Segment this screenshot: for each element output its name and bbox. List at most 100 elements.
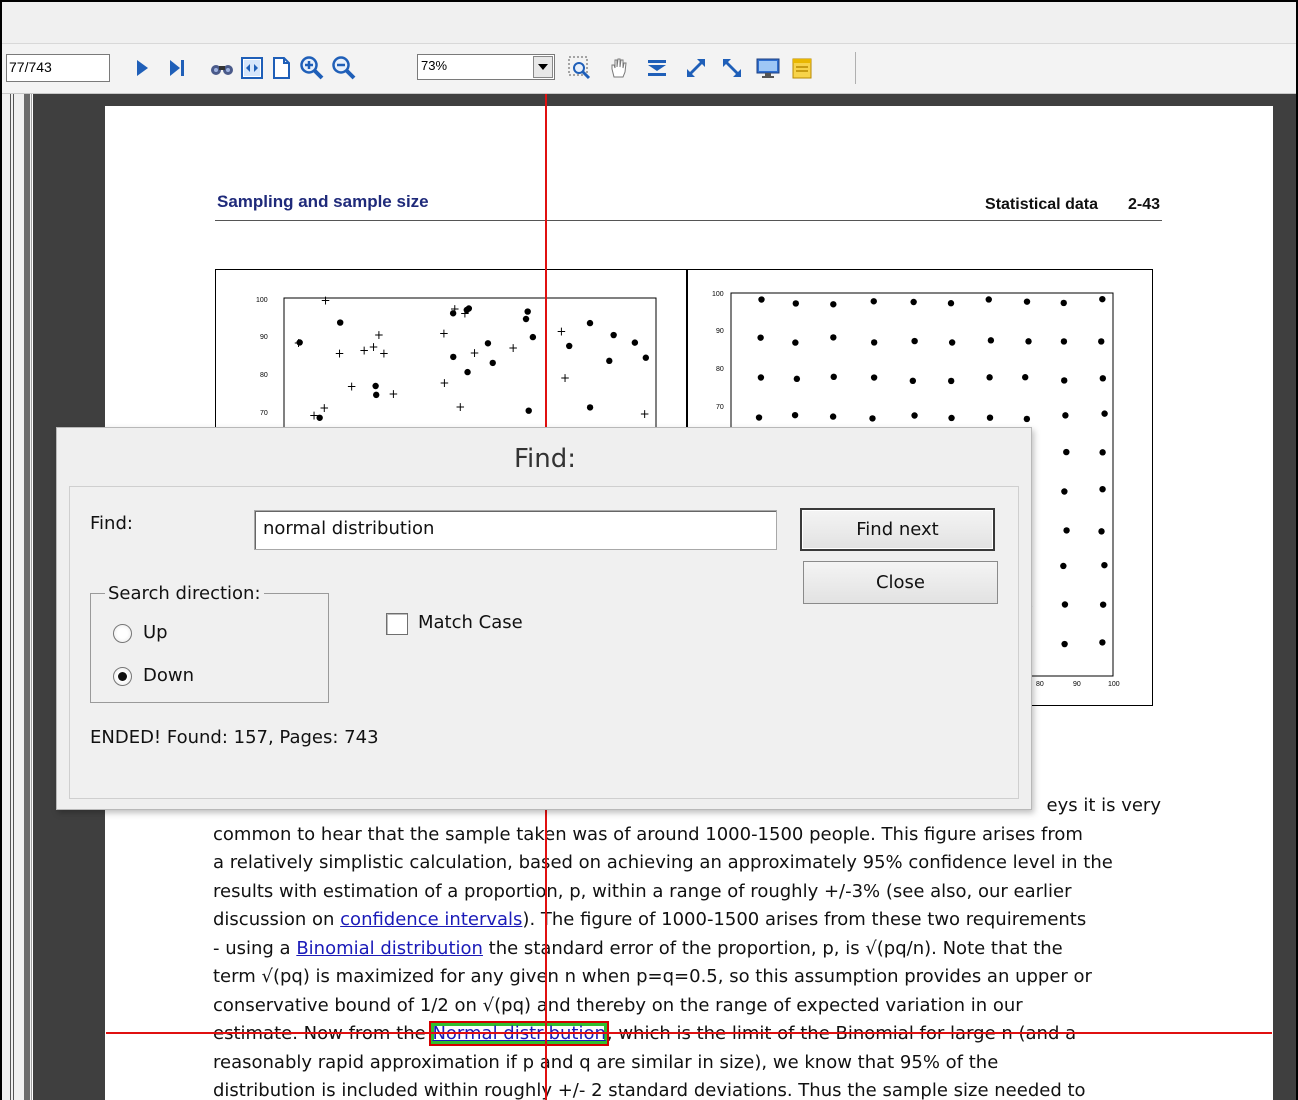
scatter-point <box>586 404 594 411</box>
scatter-point <box>755 414 763 421</box>
scatter-point <box>1060 338 1068 345</box>
x-tick-label: 100 <box>1108 681 1120 688</box>
match-case-checkbox[interactable] <box>386 613 408 635</box>
fit-page-icon[interactable] <box>267 54 295 82</box>
scatter-plus-point: + <box>556 324 566 338</box>
fullscreen-icon[interactable] <box>754 54 782 82</box>
scatter-point <box>1099 639 1106 646</box>
text-line: reasonably rapid approximation if p and … <box>213 1051 999 1073</box>
scatter-point <box>1099 375 1107 382</box>
zoom-select[interactable]: 73% <box>417 54 555 80</box>
scatter-point <box>522 315 530 323</box>
header-rule <box>215 220 1162 221</box>
scatter-point <box>1063 527 1070 534</box>
scatter-point <box>948 339 956 346</box>
scatter-point <box>463 306 470 314</box>
scatter-point <box>870 339 878 346</box>
scatter-point <box>1062 412 1069 419</box>
rotate-down-icon[interactable] <box>643 54 671 82</box>
scatter-plus-point: + <box>294 336 304 350</box>
text-line: results with estimation of a proportion,… <box>213 880 1072 902</box>
scatter-plus-point: + <box>508 341 518 355</box>
close-button[interactable]: Close <box>803 561 998 604</box>
scatter-point <box>1022 374 1029 381</box>
scatter-point <box>489 359 496 367</box>
next-page-icon[interactable] <box>128 54 156 82</box>
scatter-point <box>829 413 837 420</box>
fit-width-icon[interactable] <box>238 54 266 82</box>
dialog-title: Find: <box>513 444 577 474</box>
scatter-point <box>830 373 837 381</box>
navigation-panel[interactable] <box>2 94 32 1100</box>
zoom-in-icon[interactable] <box>298 54 326 82</box>
scatter-point <box>1060 562 1067 570</box>
scatter-point <box>1101 561 1108 569</box>
text-line: common to hear that the sample taken was… <box>213 823 1083 845</box>
find-binoculars-icon[interactable] <box>208 54 236 82</box>
scatter-plus-point: + <box>439 327 449 341</box>
x-tick-label: 80 <box>1036 681 1044 688</box>
scatter-point <box>791 411 799 419</box>
y-tick-label: 80 <box>716 366 724 373</box>
scatter-point <box>586 319 594 327</box>
direction-down-radio[interactable] <box>113 667 132 686</box>
scatter-plus-point: + <box>334 347 344 361</box>
scatter-point <box>947 377 955 385</box>
scatter-point <box>910 298 917 306</box>
scatter-point <box>566 342 573 350</box>
match-case-label[interactable]: Match Case <box>418 612 523 633</box>
text-line: conservative bound of 1/2 on √(pq) and t… <box>213 994 1023 1016</box>
y-tick-label: 100 <box>256 297 268 304</box>
chevron-down-icon[interactable] <box>533 56 553 78</box>
scatter-point <box>316 414 323 421</box>
page-number-field[interactable]: 77/743 <box>6 54 110 82</box>
page-number: 2-43 <box>1127 196 1160 213</box>
scatter-plus-point: + <box>347 379 357 393</box>
zoom-out-icon[interactable] <box>330 54 358 82</box>
scatter-point <box>985 296 992 303</box>
crosshair-horizontal <box>106 1032 1272 1034</box>
scatter-point <box>372 382 379 390</box>
confidence-intervals-link[interactable]: confidence intervals <box>340 909 522 930</box>
scatter-point <box>757 334 764 341</box>
find-next-button[interactable]: Find next <box>800 508 995 551</box>
scatter-point <box>1061 601 1069 608</box>
scatter-point <box>525 407 532 414</box>
text-span: the standard error of the proportion, p,… <box>482 937 1063 959</box>
rotate-right-icon[interactable] <box>719 54 747 82</box>
scatter-point <box>870 298 877 305</box>
scatter-point <box>869 415 876 422</box>
scatter-plus-point: + <box>640 407 650 421</box>
direction-up-label[interactable]: Up <box>143 622 168 643</box>
scatter-point <box>606 357 613 365</box>
text-line: estimate. Now from the Normal distributi… <box>213 1020 1161 1049</box>
title-strip <box>2 2 1296 44</box>
direction-down-label[interactable]: Down <box>143 665 194 686</box>
search-direction-group: Search direction: Up Down <box>90 583 329 703</box>
text-line: distribution is included within roughly … <box>213 1080 1086 1100</box>
panel-splitter[interactable] <box>10 94 14 1100</box>
scatter-point <box>1060 299 1067 307</box>
scatter-point <box>870 374 878 381</box>
bookmark-icon[interactable] <box>788 54 816 82</box>
scatter-plus-point: + <box>319 401 329 415</box>
direction-up-radio[interactable] <box>113 624 132 643</box>
find-input[interactable]: normal distribution <box>254 510 777 550</box>
scatter-point <box>792 339 799 346</box>
panel-scrollbar[interactable] <box>24 94 30 1100</box>
search-status-text: ENDED! Found: 157, Pages: 743 <box>90 727 379 748</box>
scatter-point <box>947 300 955 307</box>
y-tick-label: 80 <box>260 372 268 379</box>
rotate-left-icon[interactable] <box>683 54 711 82</box>
zoom-select-icon[interactable] <box>566 54 594 82</box>
binomial-distribution-link[interactable]: Binomial distribution <box>296 938 483 959</box>
scatter-point <box>464 368 471 376</box>
scatter-plus-point: + <box>374 328 384 342</box>
scatter-point <box>373 391 380 399</box>
scatter-plus-point: + <box>320 294 330 308</box>
last-page-icon[interactable] <box>163 54 191 82</box>
pan-hand-icon[interactable] <box>605 54 633 82</box>
body-paragraph: eys it is very common to hear that the s… <box>213 792 1161 1100</box>
scatter-point <box>1098 338 1105 345</box>
normal-distribution-search-hit[interactable]: Normal distribution <box>429 1021 609 1046</box>
